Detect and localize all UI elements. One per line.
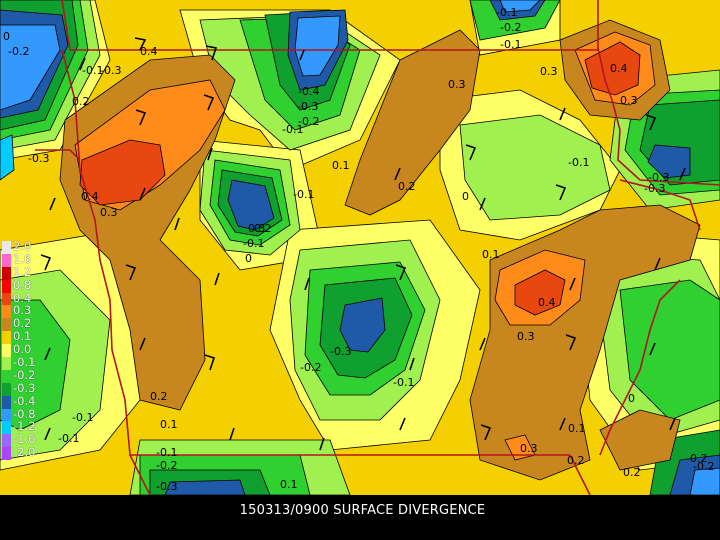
legend-label: -2.0 xyxy=(13,445,36,460)
legend-label: 1.6 xyxy=(13,251,32,266)
contour-label: 0.1 xyxy=(160,418,178,431)
legend-swatch xyxy=(2,408,11,422)
legend-swatch xyxy=(2,395,11,409)
legend-swatch xyxy=(2,241,11,254)
contour-label: -0.2 xyxy=(300,361,321,374)
contour-label: -0.2 xyxy=(8,45,29,58)
legend-swatch xyxy=(2,253,11,267)
contour-label: -0.4 xyxy=(298,85,319,98)
contour-label: 0 xyxy=(3,30,10,43)
contour-label: 0.4 xyxy=(538,296,556,309)
legend-label: 0.8 xyxy=(13,277,32,292)
contour-label: -0.1 xyxy=(282,123,303,136)
contour-label: -0.1 xyxy=(496,6,517,19)
contour-label: -0.2 xyxy=(500,21,521,34)
contour-label: -0.3 xyxy=(330,345,351,358)
legend-swatch xyxy=(2,318,11,332)
divergence-map: 0 -0.2 -0.1 -0.3 0.3 -0.4 0.2 -0.2 -0.3 … xyxy=(0,0,720,495)
contour-label: 0 xyxy=(462,190,469,203)
contour-label: -0.1 xyxy=(393,376,414,389)
contour-label: 0.4 xyxy=(81,190,99,203)
color-legend: 2.0 1.6 1.2 0.8 0.4 0.3 0.2 0.1 0.0 -0.1 -0.2 -0.3-… xyxy=(2,240,42,461)
contour-label: 0.2 xyxy=(623,466,641,479)
legend-item: -2.0 xyxy=(2,445,42,461)
legend-swatch xyxy=(2,369,11,383)
contour-label: -0.3 xyxy=(156,480,177,493)
contour-label: 0.1 xyxy=(482,248,500,261)
contour-label: 0.1 xyxy=(568,422,586,435)
contour-label: 0.2 xyxy=(150,390,168,403)
legend-swatch xyxy=(2,266,11,280)
legend-swatch xyxy=(2,382,11,396)
legend-swatch xyxy=(2,305,11,319)
contour-label: -0.1 xyxy=(500,38,521,51)
legend-swatch xyxy=(2,434,11,448)
contour-label: 0.3 xyxy=(620,94,638,107)
legend-swatch xyxy=(2,357,11,370)
contour-label: -0.1 xyxy=(243,237,264,250)
contour-label: 0 xyxy=(628,392,635,405)
legend-swatch xyxy=(2,292,11,306)
contour-label: 0.4 xyxy=(610,62,628,75)
contour-label: -0.1 xyxy=(156,446,177,459)
contour-label: 0.3 xyxy=(520,442,538,455)
contour-label: -0.3 xyxy=(644,182,665,195)
legend-swatch xyxy=(2,331,11,345)
legend-label: -0.3 xyxy=(13,380,36,395)
contour-label: -0.1 xyxy=(293,188,314,201)
legend-swatch xyxy=(2,447,11,461)
contour-label: 0.3 xyxy=(517,330,535,343)
contour-label: -0.3 xyxy=(297,100,318,113)
contour-label: 0.3 xyxy=(448,78,466,91)
legend-swatch xyxy=(2,421,11,435)
contour-label: -0.1 xyxy=(568,156,589,169)
contour-label: 0 xyxy=(245,252,252,265)
legend-swatch xyxy=(2,344,11,358)
map-caption: 150313/0900 SURFACE DIVERGENCE xyxy=(239,503,486,518)
legend-label: 1.2 xyxy=(13,264,32,279)
contour-label: 0.2 xyxy=(72,95,90,108)
legend-swatch xyxy=(2,279,11,293)
contour-label: 0.3 xyxy=(540,65,558,78)
contour-label: -0.1 xyxy=(58,432,79,445)
legend-label: -0.2 xyxy=(13,367,36,382)
contour-label: 0.2 xyxy=(567,454,585,467)
contour-label: -0.2 xyxy=(693,460,714,473)
contour-label: 0.1 xyxy=(280,478,298,491)
contour-label: 0.4 xyxy=(140,45,158,58)
contour-label: 0.1 xyxy=(332,159,350,172)
contour-label: -0.3 xyxy=(28,152,49,165)
contour-label: 0.3 xyxy=(248,222,266,235)
contour-label: -0.2 xyxy=(156,459,177,472)
contour-label: -0.1 xyxy=(72,411,93,424)
legend-label: -0.4 xyxy=(13,393,36,408)
contour-label: -0.3 xyxy=(100,64,121,77)
contour-label: 0.3 xyxy=(100,206,118,219)
contour-label: 0.2 xyxy=(398,180,416,193)
